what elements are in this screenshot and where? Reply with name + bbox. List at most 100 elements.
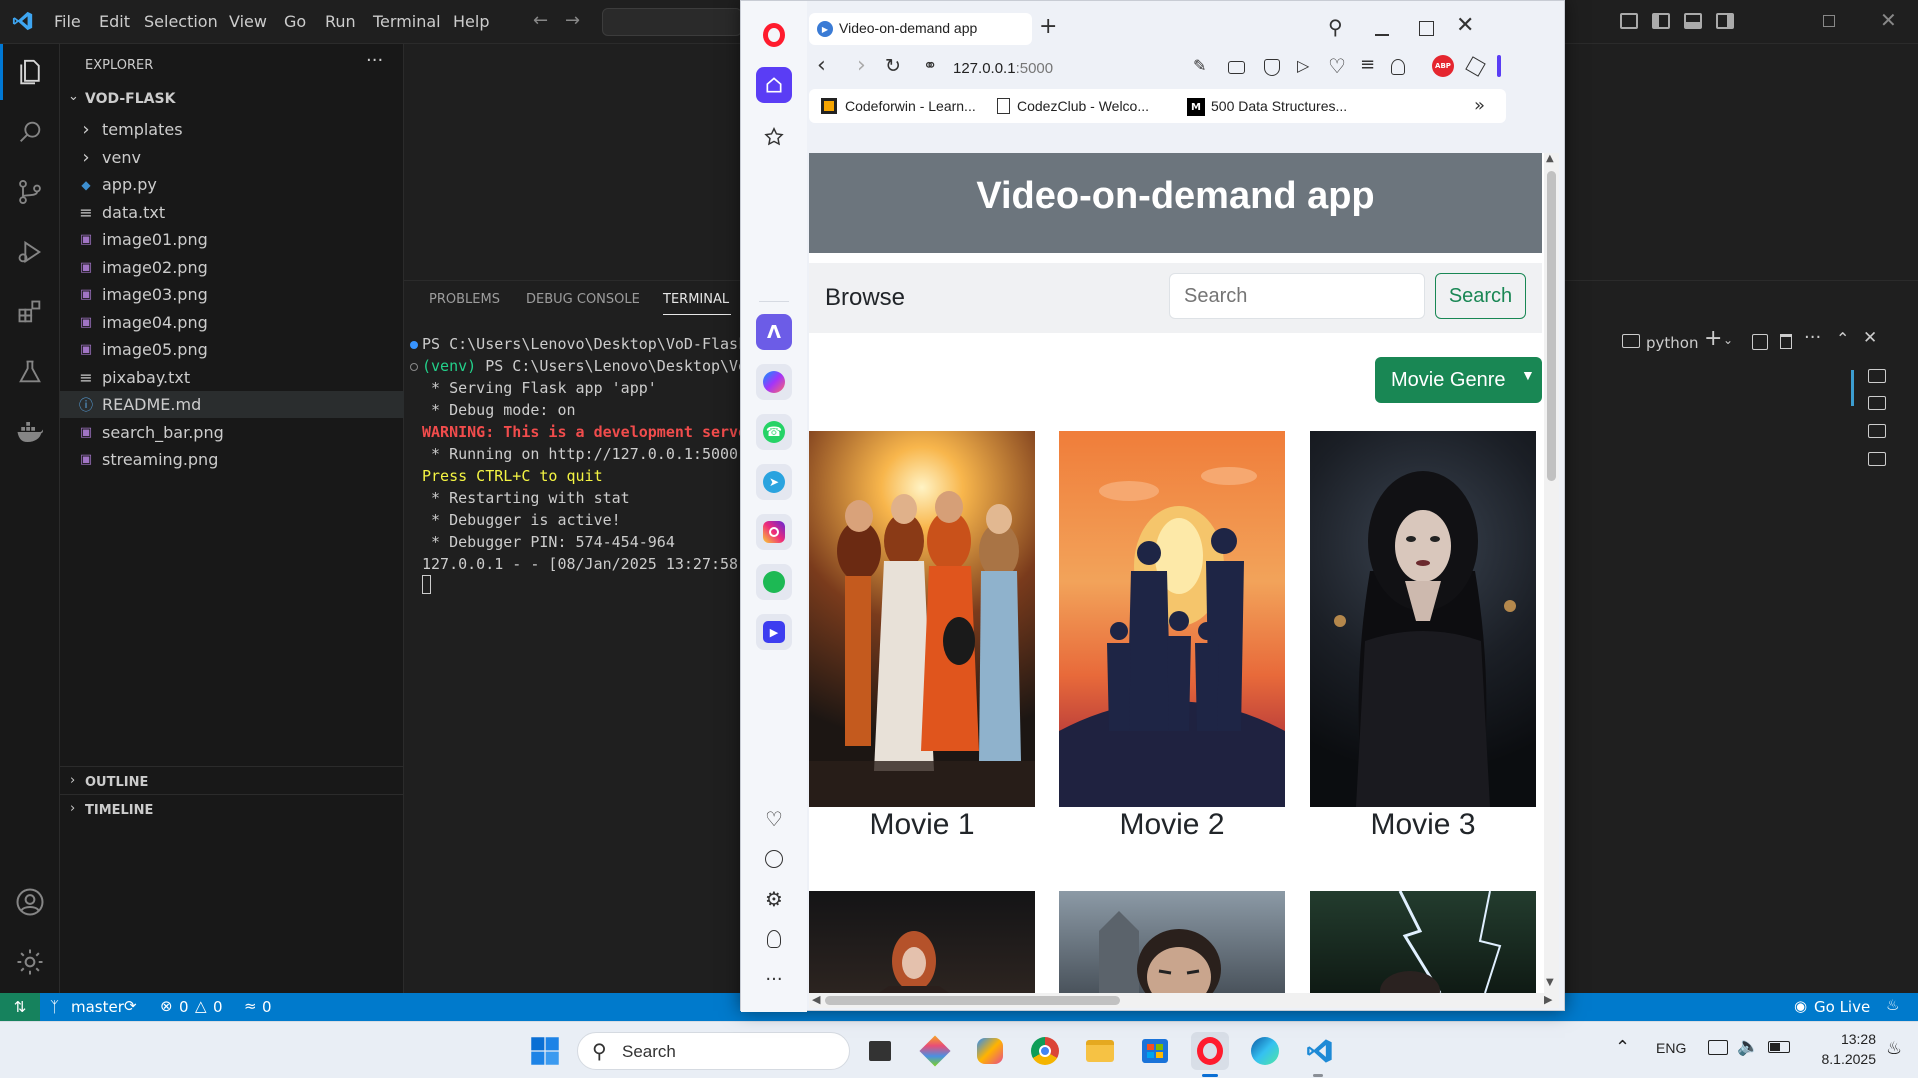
vertical-scrollbar[interactable]: ▲ ▼: [1544, 153, 1559, 993]
menu-view[interactable]: View: [229, 12, 267, 31]
horizontal-scrollbar[interactable]: ◀ ▶: [809, 993, 1559, 1008]
movie-3-poster[interactable]: [1310, 431, 1536, 807]
movie-1-poster[interactable]: [809, 431, 1035, 807]
volume-icon[interactable]: 🔈: [1737, 1036, 1759, 1057]
tree-file-item[interactable]: ▣ search_bar.png: [60, 419, 404, 446]
home-icon[interactable]: [756, 67, 792, 103]
movie-genre-dropdown[interactable]: Movie Genre ▼: [1375, 357, 1542, 403]
movie-3-title[interactable]: Movie 3: [1310, 808, 1536, 842]
maximize-icon[interactable]: [1419, 21, 1434, 36]
movie-1-title[interactable]: Movie 1: [809, 808, 1035, 842]
windows-start-icon[interactable]: [526, 1032, 564, 1070]
app-colorful-icon[interactable]: [916, 1032, 954, 1070]
source-control-icon[interactable]: [0, 164, 60, 220]
browse-label[interactable]: Browse: [825, 284, 905, 312]
extensions-cube-icon[interactable]: [1465, 56, 1486, 77]
scrollbar-thumb[interactable]: [1547, 171, 1556, 481]
customize-layout-icon[interactable]: [1620, 13, 1638, 29]
opera-taskbar-icon[interactable]: [1191, 1032, 1229, 1070]
tab-terminal[interactable]: TERMINAL: [663, 292, 729, 307]
terminal-instance-icon[interactable]: [1868, 424, 1886, 438]
go-live-button[interactable]: Go Live: [1814, 998, 1870, 1016]
scroll-right-arrow-icon[interactable]: ▶: [1544, 993, 1552, 1006]
scroll-down-arrow-icon[interactable]: ▼: [1546, 977, 1554, 988]
timeline-section[interactable]: › TIMELINE: [60, 799, 404, 823]
movie-2-title[interactable]: Movie 2: [1059, 808, 1285, 842]
manage-gear-icon[interactable]: [0, 934, 60, 990]
toggle-primary-sidebar-icon[interactable]: [1652, 13, 1670, 29]
bookmark-codeforwin[interactable]: Codeforwin - Learn...: [817, 89, 977, 123]
bell-icon[interactable]: ♨: [1886, 996, 1899, 1014]
tree-folder-item[interactable]: › templates: [60, 116, 404, 143]
menu-help[interactable]: Help: [453, 12, 489, 31]
menu-edit[interactable]: Edit: [99, 12, 130, 31]
scroll-up-arrow-icon[interactable]: ▲: [1546, 153, 1554, 164]
back-arrow-icon[interactable]: ‹: [817, 53, 826, 78]
chrome-icon[interactable]: [1026, 1032, 1064, 1070]
send-icon[interactable]: ▷: [1297, 56, 1309, 75]
movie-5-poster[interactable]: [1059, 891, 1285, 993]
bookmark-codezclub[interactable]: CodezClub - Welco...: [997, 89, 1157, 123]
menu-go[interactable]: Go: [284, 12, 306, 31]
terminal-profile-label[interactable]: python: [1646, 334, 1698, 352]
search-tabs-icon[interactable]: ⚲: [1328, 15, 1343, 39]
tree-folder-item[interactable]: › venv: [60, 144, 404, 171]
movie-6-poster[interactable]: [1310, 891, 1536, 993]
player-icon[interactable]: ▶: [756, 614, 792, 650]
menu-run[interactable]: Run: [325, 12, 356, 31]
movie-4-poster[interactable]: [809, 891, 1035, 993]
camera-icon[interactable]: [1228, 61, 1245, 74]
taskbar-search-box[interactable]: ⚲ Search: [577, 1032, 850, 1070]
whatsapp-icon[interactable]: ☎: [756, 414, 792, 450]
explorer-icon[interactable]: [0, 44, 60, 100]
adblock-icon[interactable]: ABP: [1432, 55, 1454, 77]
command-decoration-icon[interactable]: [410, 363, 418, 371]
language-indicator[interactable]: ENG: [1656, 1040, 1686, 1056]
more-bookmarks-icon[interactable]: »: [1474, 95, 1485, 116]
opera-logo-icon[interactable]: [763, 23, 785, 47]
edit-icon[interactable]: ✎: [1193, 56, 1206, 75]
search-button[interactable]: Search: [1435, 273, 1526, 319]
new-tab-plus-icon[interactable]: +: [1039, 14, 1057, 39]
tree-file-item[interactable]: ≡ data.txt: [60, 199, 404, 226]
trash-icon[interactable]: [1780, 334, 1792, 349]
tree-file-item[interactable]: ▣ image04.png: [60, 309, 404, 336]
tree-file-item[interactable]: ▣ image03.png: [60, 281, 404, 308]
reload-icon[interactable]: ↻: [885, 55, 901, 77]
outline-section[interactable]: › OUTLINE: [60, 771, 404, 795]
maximize-panel-icon[interactable]: ⌃: [1836, 329, 1849, 348]
forward-arrow-icon[interactable]: →: [565, 10, 580, 31]
browser-tab[interactable]: ▶ Video-on-demand app: [809, 13, 1032, 45]
url-field[interactable]: 127.0.0.1:5000: [953, 60, 1053, 77]
close-window-icon[interactable]: ✕: [1880, 8, 1897, 32]
command-decoration-icon[interactable]: [410, 341, 418, 349]
microsoft-store-icon[interactable]: [1136, 1032, 1174, 1070]
tab-debug-console[interactable]: DEBUG CONSOLE: [526, 292, 640, 307]
toggle-secondary-sidebar-icon[interactable]: [1716, 13, 1734, 29]
profile-icon[interactable]: [1391, 59, 1405, 75]
battery-icon[interactable]: [1768, 1041, 1790, 1053]
back-arrow-icon[interactable]: ←: [533, 10, 548, 31]
heart-icon[interactable]: ♡: [756, 801, 792, 837]
chevron-up-icon[interactable]: ⌃: [1615, 1037, 1630, 1058]
easy-setup-icon[interactable]: ≡: [1360, 54, 1375, 75]
accounts-icon[interactable]: [0, 874, 60, 930]
tree-file-item[interactable]: ▣ image02.png: [60, 254, 404, 281]
testing-icon[interactable]: [0, 344, 60, 400]
forward-arrow-icon[interactable]: ›: [857, 53, 866, 78]
movie-2-poster[interactable]: [1059, 431, 1285, 807]
terminal-instance-icon[interactable]: [1868, 452, 1886, 466]
clock-time[interactable]: 13:28: [1816, 1031, 1876, 1047]
run-debug-icon[interactable]: [0, 224, 60, 280]
extensions-icon[interactable]: [0, 284, 60, 340]
scroll-left-arrow-icon[interactable]: ◀: [812, 993, 820, 1006]
split-terminal-icon[interactable]: [1752, 334, 1768, 350]
telegram-icon[interactable]: ➤: [756, 464, 792, 500]
lightbulb-icon[interactable]: [756, 921, 792, 957]
menu-selection[interactable]: Selection: [144, 12, 218, 31]
notification-bell-icon[interactable]: ♨: [1886, 1038, 1902, 1059]
terminal-output[interactable]: PS C:\Users\Lenovo\Desktop\VoD-Flask (ven…: [410, 333, 740, 663]
heart-icon[interactable]: ♡: [1328, 54, 1346, 78]
search-icon[interactable]: [0, 104, 60, 160]
chevron-down-icon[interactable]: ⌄: [1723, 333, 1733, 347]
